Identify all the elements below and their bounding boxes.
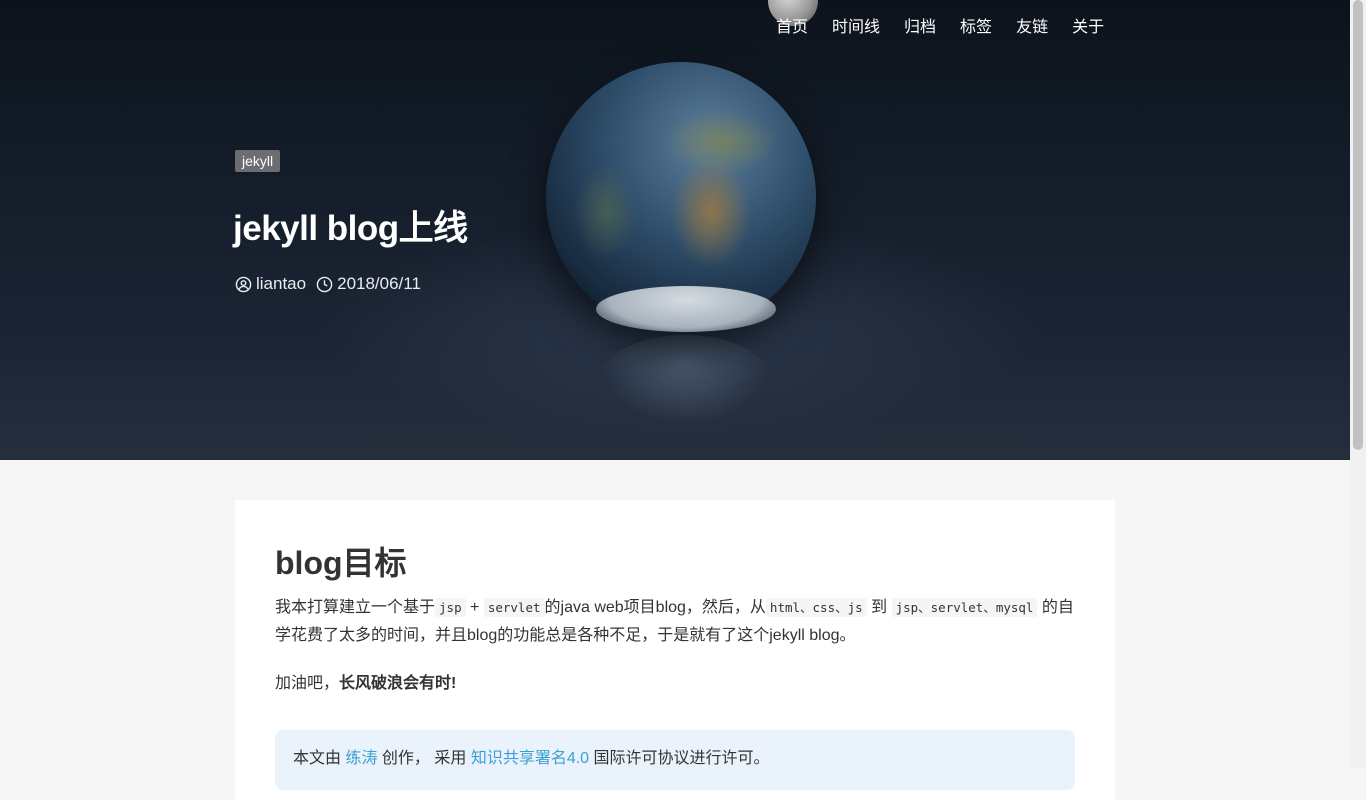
author-link[interactable]: 练涛 <box>345 750 377 767</box>
bold-text: 长风破浪会有时! <box>339 675 457 692</box>
earth-polar-cap <box>596 286 776 332</box>
user-circle-icon <box>235 276 252 292</box>
inline-code: html、css、js <box>765 598 867 617</box>
nav-item-about[interactable]: 关于 <box>1072 17 1104 39</box>
text-segment: 加油吧， <box>275 675 340 692</box>
nav-item-archive[interactable]: 归档 <box>904 17 936 39</box>
page-scrollbar[interactable] <box>1350 0 1366 768</box>
post-date-text: 2018/06/11 <box>337 274 421 293</box>
post-date: 2018/06/11 <box>316 274 421 294</box>
article-paragraph-1: 我本打算建立一个基于 jsp + servlet 的java web项目blog，然… <box>275 594 1075 650</box>
text-segment: 本文由 <box>293 750 346 767</box>
scrollbar-thumb[interactable] <box>1353 0 1363 450</box>
inline-code: servlet <box>483 598 545 617</box>
article-paragraph-2: 加油吧，长风破浪会有时! <box>275 670 1075 698</box>
post-meta: liantao 2018/06/11 <box>235 274 431 294</box>
earth-reflection <box>600 335 770 425</box>
text-segment: 国际许可协议进行许可。 <box>589 750 770 767</box>
article-card: blog目标 我本打算建立一个基于 jsp + servlet 的java web项… <box>235 500 1115 800</box>
post-tag[interactable]: jekyll <box>235 150 281 172</box>
nav-item-timeline[interactable]: 时间线 <box>832 17 880 39</box>
text-segment: + <box>465 599 484 616</box>
text-segment: 到 <box>866 599 892 616</box>
nav-item-home[interactable]: 首页 <box>776 17 808 39</box>
text-segment: 的java web项目blog，然后，从 <box>544 599 766 616</box>
hero-banner: 首页 时间线 归档 标签 友链 关于 jekyll jekyll blog上线 … <box>0 0 1350 460</box>
post-author-name[interactable]: liantao <box>256 274 306 294</box>
text-segment: 创作， 采用 <box>377 750 471 767</box>
post-author: liantao <box>235 274 306 294</box>
main-nav: 首页 时间线 归档 标签 友链 关于 <box>776 17 1104 39</box>
nav-item-tags[interactable]: 标签 <box>960 17 992 39</box>
post-title: jekyll blog上线 <box>233 209 468 248</box>
article-heading: blog目标 <box>275 545 407 581</box>
text-segment: 我本打算建立一个基于 <box>275 599 436 616</box>
clock-icon <box>316 276 333 292</box>
nav-item-links[interactable]: 友链 <box>1016 17 1048 39</box>
inline-code: jsp、servlet、mysql <box>891 598 1038 617</box>
license-link[interactable]: 知识共享署名4.0 <box>471 750 589 767</box>
inline-code: jsp <box>435 598 466 617</box>
license-notice: 本文由 练涛 创作， 采用 知识共享署名4.0 国际许可协议进行许可。 <box>275 730 1075 790</box>
